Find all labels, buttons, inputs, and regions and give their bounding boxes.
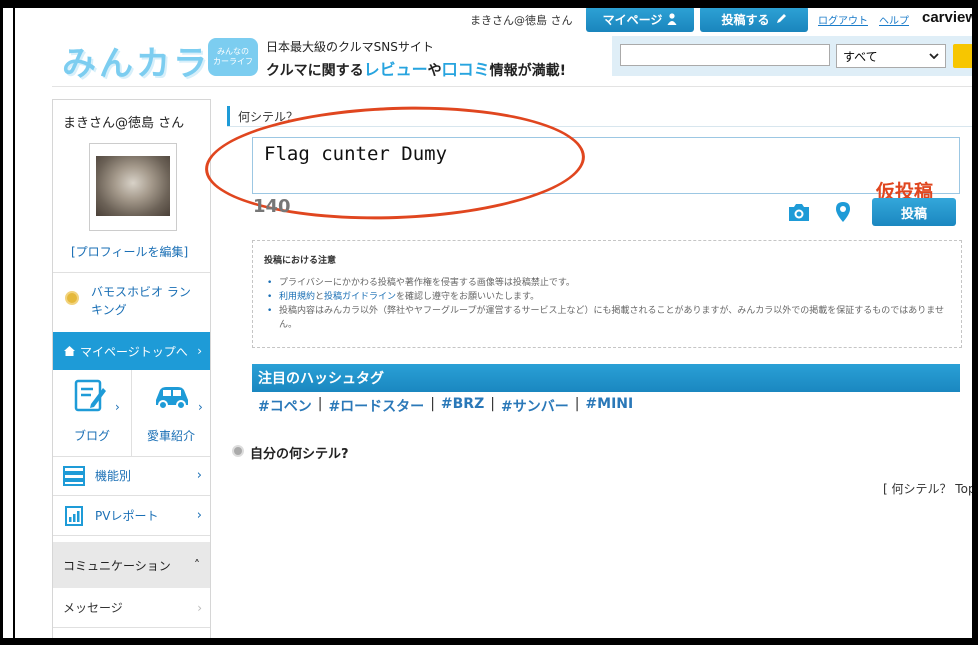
person-icon [667,13,677,25]
hashtag-list: #コペン | #ロードスター | #BRZ | #サンバー | #MINI [258,396,633,416]
search-scope-select[interactable]: すべて [836,44,946,68]
sidebar-item-features[interactable]: 機能別 › [53,456,210,496]
notice-text: を確認し遵守をお願いいたします。 [396,292,540,302]
edit-profile-link[interactable]: [プロフィールを編集] [71,243,188,260]
avatar[interactable] [89,143,177,231]
terms-link[interactable]: 利用規約 [279,292,315,302]
sidebar: まきさん@徳島 さん [プロフィールを編集] バモスホビオ ランキング マイペー… [52,99,211,639]
hashtag-header: 注目のハッシュタグ [252,364,960,392]
post-textarea[interactable]: Flag cunter Dumy [252,137,960,194]
nanishiteru-top-link[interactable]: [ 何シテル？ Top [883,480,976,497]
tagline-review: レビュー [363,60,428,79]
badge-line1: みんなの [217,47,249,56]
chevron-right-icon: › [198,400,203,414]
sidebar-divider [53,272,210,273]
section-divider [227,126,973,127]
notice-text: と [315,292,325,302]
post-top-button[interactable]: 投稿する [700,6,808,32]
sidebar-item-car-intro[interactable]: › 愛車紹介 [132,370,210,456]
sidebar-shortcut-grid: › ブログ › 愛車紹介 [53,370,210,457]
chevron-right-icon: › [196,508,202,523]
guideline-link[interactable]: 投稿ガイドライン [324,292,396,302]
notice-list: プライバシーにかかわる投稿や著作権を侵害する画像等は投稿禁止です。 利用規約と投… [265,276,955,332]
chevron-up-icon: ˄ [194,558,200,572]
ranking-link[interactable]: バモスホビオ ランキング [91,283,201,319]
notice-title: 投稿における注意 [264,256,337,266]
hashtag-link[interactable]: #コペン [258,396,312,416]
chevron-right-icon: › [197,600,202,615]
chevron-right-icon: › [115,400,120,414]
chevron-right-icon: › [196,468,202,483]
list-icon [63,465,85,486]
header-divider [52,86,972,87]
char-counter: 140 [253,196,291,217]
chevron-down-icon [929,53,939,59]
mypage-top-label: マイページトップへ [80,344,188,359]
blog-label: ブログ [73,429,110,443]
help-link[interactable]: ヘルプ [879,12,909,27]
avatar-image [96,156,170,216]
hashtag-link[interactable]: #MINI [585,396,633,416]
home-icon [64,346,75,356]
badge-line2: カーライフ [213,57,253,66]
pv-report-label: PVレポート [95,509,159,523]
post-top-label: 投稿する [721,12,770,27]
minna-carlife-badge: みんなの カーライフ [208,38,258,76]
hashtag-separator: | [490,396,495,412]
tagline-b: や [427,63,442,79]
user-greeting: まきさん@徳島 さん [470,14,573,27]
frame-left-rule [13,8,15,640]
hashtag-link[interactable]: #サンバー [501,396,569,416]
carview-logo[interactable]: carview [922,9,977,26]
messages-label: メッセージ [63,601,123,615]
mypage-button[interactable]: マイページ [586,6,694,32]
chevron-right-icon: › [197,344,202,358]
logout-link[interactable]: ログアウト [818,12,868,27]
sidebar-item-pv-report[interactable]: PVレポート › [53,496,210,536]
own-posts-heading: 自分の何シテル? [250,447,349,462]
section-title: 何シテル？ [227,106,306,127]
tagline-a: クルマに関する [266,63,364,79]
posting-notice-box: 投稿における注意 プライバシーにかかわる投稿や著作権を侵害する画像等は投稿禁止で… [252,240,962,348]
pen-icon [776,14,786,23]
tagline-kuchikomi: 口コミ [441,60,490,79]
notice-item: 投稿内容はみんカラ以外（弊社やヤフーグループが運営するサービス上など）にも掲載さ… [265,304,955,332]
search-scope-value: すべて [843,49,878,64]
communication-label: コミュニケーション [63,558,171,573]
site-logo[interactable]: みんカラ [62,36,210,85]
tagline-c: 情報が満載! [489,63,567,79]
notice-item: プライバシーにかかわる投稿や著作権を侵害する画像等は投稿禁止です。 [265,276,955,290]
blog-icon [74,379,106,412]
hashtag-link[interactable]: #BRZ [441,396,484,416]
sidebar-item-messages[interactable]: メッセージ › [53,588,210,628]
own-posts-bullet-icon [232,445,244,457]
features-label: 機能別 [95,469,132,483]
hashtag-link[interactable]: #ロードスター [328,396,424,416]
sidebar-section-communication[interactable]: コミュニケーション ˄ [53,542,210,588]
mypage-label: マイページ [602,12,663,27]
site-tagline: クルマに関するレビューや口コミ情報が満載! [266,56,566,80]
sidebar-username: まきさん@徳島 さん [63,116,185,131]
car-intro-label: 愛車紹介 [146,429,195,443]
ranking-medal-icon [65,291,79,305]
location-pin-icon[interactable] [834,201,852,223]
search-button[interactable] [953,44,973,68]
car-icon [156,387,188,410]
hashtag-separator: | [574,396,580,412]
sidebar-item-mypage-top[interactable]: マイページトップへ › [53,332,210,370]
report-chart-icon [65,505,83,526]
hashtag-separator: | [430,396,435,412]
hashtag-separator: | [317,396,323,412]
notice-item: 利用規約と投稿ガイドラインを確認し遵守をお願いいたします。 [265,290,955,304]
sidebar-item-blog[interactable]: › ブログ [53,370,131,456]
site-tagline-top: 日本最大級のクルマSNSサイト [266,40,434,54]
search-input[interactable] [620,44,830,66]
post-submit-button[interactable]: 投稿 [872,198,956,226]
camera-icon[interactable] [787,202,811,222]
